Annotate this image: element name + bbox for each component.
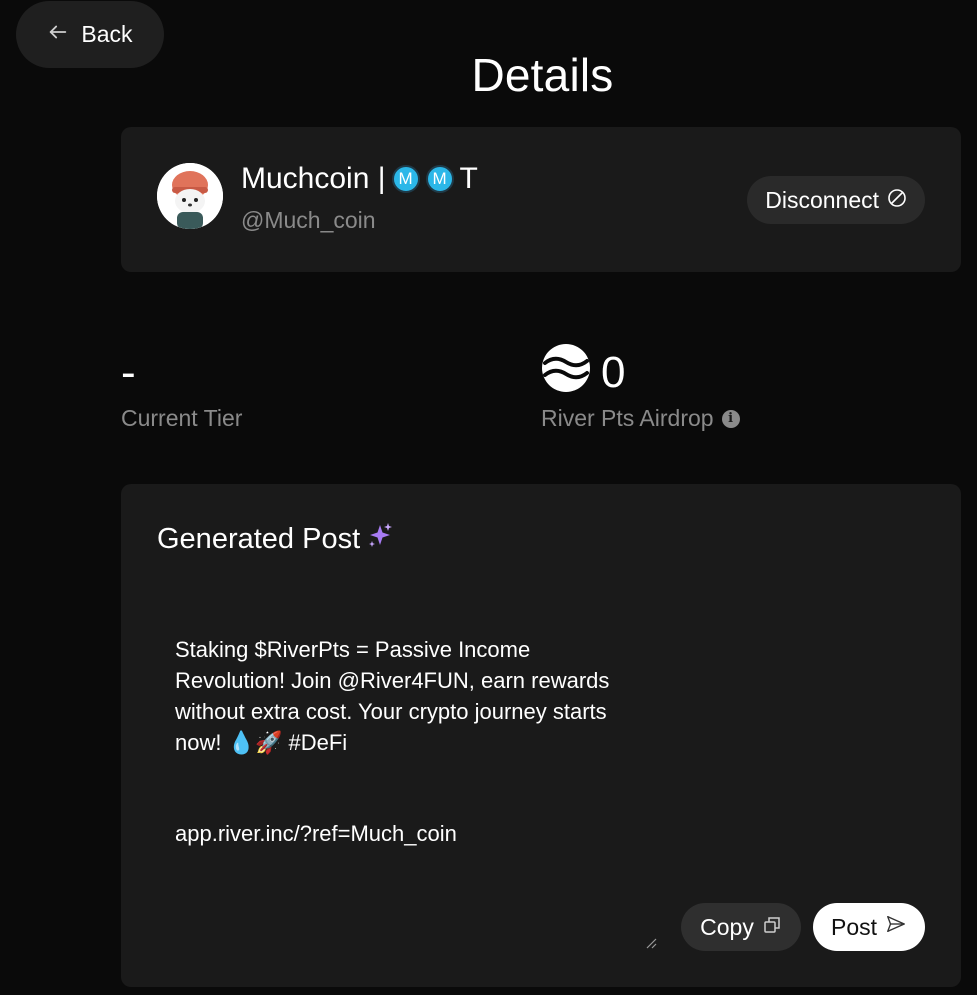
river-logo-icon [541, 343, 591, 404]
airdrop-label-row: River Pts Airdrop i [541, 405, 740, 432]
post-label: Post [830, 913, 878, 940]
sparkles-icon [366, 521, 394, 557]
post-button[interactable]: Post [813, 903, 925, 951]
disconnect-button[interactable]: Disconnect [747, 176, 925, 224]
send-icon [885, 913, 907, 941]
airdrop-value: 0 [601, 348, 626, 397]
arrow-left-icon [47, 21, 69, 49]
m-badge-icon: M [391, 165, 420, 193]
profile-handle: @Much_coin [241, 207, 376, 233]
profile-name: Muchcoin | M M T [241, 162, 478, 196]
back-label: Back [81, 21, 133, 47]
profile-name-suffix: T [459, 162, 478, 195]
profile-name-prefix: Muchcoin | [241, 162, 386, 195]
airdrop-value-row: 0 [541, 343, 740, 404]
resize-handle-icon[interactable] [645, 936, 657, 949]
airdrop-label: River Pts Airdrop [541, 405, 714, 431]
generated-post-card: Generated Post Staking $RiverPts = Passi… [121, 484, 961, 987]
current-tier-stat: - Current Tier [121, 345, 242, 432]
ban-icon [887, 187, 907, 214]
copy-icon [762, 914, 782, 941]
m-badge-icon: M [425, 165, 454, 193]
details-page: Back Details Muchcoin | M M T @Much_coin… [0, 0, 977, 995]
disconnect-label: Disconnect [765, 186, 879, 213]
post-text[interactable]: Staking $RiverPts = Passive Income Revol… [175, 634, 615, 758]
airdrop-stat: 0 River Pts Airdrop i [541, 343, 740, 432]
current-tier-value: - [121, 348, 136, 397]
copy-label: Copy [700, 913, 754, 940]
page-title: Details [471, 49, 614, 101]
generated-post-title: Generated Post [157, 522, 361, 555]
avatar [157, 163, 223, 229]
current-tier-label: Current Tier [121, 405, 243, 431]
profile-card: Muchcoin | M M T @Much_coin Disconnect [121, 127, 961, 272]
copy-button[interactable]: Copy [681, 903, 801, 951]
referral-link[interactable]: app.river.inc/?ref=Much_coin [175, 821, 457, 847]
generated-post-heading: Generated Post [157, 521, 394, 557]
info-icon[interactable]: i [721, 409, 740, 428]
